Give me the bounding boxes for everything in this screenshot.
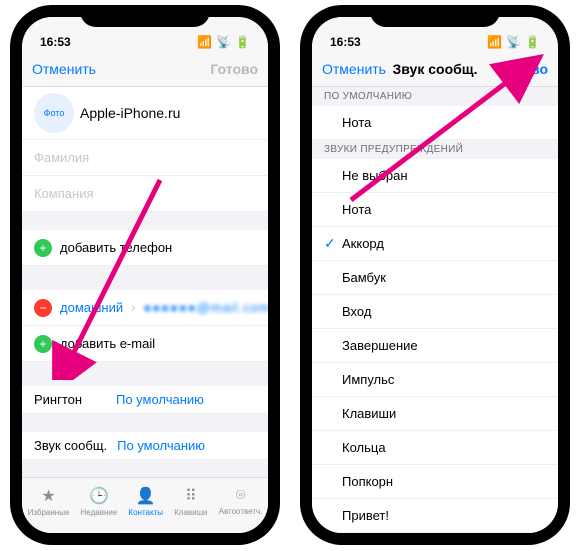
sound-option[interactable]: Привет! bbox=[312, 499, 558, 533]
status-time: 16:53 bbox=[330, 35, 361, 49]
tab-keypad[interactable]: ⠿Клавиши bbox=[174, 486, 207, 517]
battery-icon: 🔋 bbox=[235, 35, 250, 49]
signal-icon: 📶 bbox=[197, 35, 212, 49]
text-tone-row[interactable]: Звук сообщ. По умолчанию bbox=[22, 432, 268, 460]
cancel-button[interactable]: Отменить bbox=[32, 61, 96, 77]
section-alert-sounds: ЗВУКИ ПРЕДУПРЕЖДЕНИЙ bbox=[312, 140, 558, 159]
voicemail-icon: ⌾ bbox=[236, 487, 246, 505]
check-icon: ✓ bbox=[324, 235, 342, 252]
first-name-field[interactable]: Apple-iPhone.ru bbox=[80, 101, 256, 125]
add-email-button[interactable]: + добавить e-mail bbox=[22, 326, 268, 362]
tab-favorites[interactable]: ★Избранные bbox=[28, 486, 70, 517]
sound-option[interactable]: Импульс bbox=[312, 363, 558, 397]
cancel-button[interactable]: Отменить bbox=[322, 61, 386, 77]
sound-option[interactable]: Завершение bbox=[312, 329, 558, 363]
wifi-icon: 📡 bbox=[506, 35, 521, 49]
sound-option[interactable]: Не выбран bbox=[312, 159, 558, 193]
sound-option[interactable]: Клавиши bbox=[312, 397, 558, 431]
sound-option[interactable]: Кольца bbox=[312, 431, 558, 465]
sound-option[interactable]: Нота bbox=[312, 193, 558, 227]
wifi-icon: 📡 bbox=[216, 35, 231, 49]
email-entry[interactable]: − домашний › ●●●●●●@mail.com bbox=[22, 290, 268, 326]
tab-bar: ★Избранные 🕒Недавние 👤Контакты ⠿Клавиши … bbox=[22, 477, 268, 533]
done-button[interactable]: Готово bbox=[484, 61, 548, 77]
status-icons: 📶 📡 🔋 bbox=[197, 35, 250, 49]
sound-option[interactable]: ✓Аккорд bbox=[312, 227, 558, 261]
sound-option[interactable]: Вход bbox=[312, 295, 558, 329]
minus-icon: − bbox=[34, 299, 52, 317]
status-icons: 📶 📡 🔋 bbox=[487, 35, 540, 49]
tab-voicemail[interactable]: ⌾Автоответч. bbox=[219, 487, 263, 516]
status-time: 16:53 bbox=[40, 35, 71, 49]
ringtone-row[interactable]: Рингтон По умолчанию bbox=[22, 386, 268, 414]
phone-frame-left: 16:53 📶 📡 🔋 Отменить Готово Фото Apple-i… bbox=[10, 5, 280, 545]
plus-icon: + bbox=[34, 239, 52, 257]
nav-bar: Отменить Готово bbox=[22, 51, 268, 87]
contact-edit-form: Фото Apple-iPhone.ru Фамилия Компания + … bbox=[22, 87, 268, 533]
company-field[interactable]: Компания bbox=[22, 176, 268, 212]
done-button[interactable]: Готово bbox=[194, 61, 258, 77]
screen-left: 16:53 📶 📡 🔋 Отменить Готово Фото Apple-i… bbox=[22, 17, 268, 533]
sound-option[interactable]: Попкорн bbox=[312, 465, 558, 499]
email-value: ●●●●●●@mail.com bbox=[143, 300, 268, 315]
nav-title: Звук сообщ. bbox=[386, 61, 484, 77]
sound-option[interactable]: Бамбук bbox=[312, 261, 558, 295]
contacts-icon: 👤 bbox=[136, 486, 156, 506]
keypad-icon: ⠿ bbox=[185, 486, 197, 506]
nav-bar: Отменить Звук сообщ. Готово bbox=[312, 51, 558, 87]
contact-header: Фото Apple-iPhone.ru bbox=[22, 87, 268, 140]
screen-right: 16:53 📶 📡 🔋 Отменить Звук сообщ. Готово … bbox=[312, 17, 558, 533]
default-sound-row[interactable]: Нота bbox=[312, 106, 558, 140]
last-name-field[interactable]: Фамилия bbox=[22, 140, 268, 176]
plus-icon: + bbox=[34, 335, 52, 353]
phone-frame-right: 16:53 📶 📡 🔋 Отменить Звук сообщ. Готово … bbox=[300, 5, 570, 545]
add-phone-button[interactable]: + добавить телефон bbox=[22, 230, 268, 266]
tab-contacts[interactable]: 👤Контакты bbox=[128, 486, 163, 517]
notch bbox=[370, 5, 500, 27]
section-default: ПО УМОЛЧАНИЮ bbox=[312, 87, 558, 106]
notch bbox=[80, 5, 210, 27]
star-icon: ★ bbox=[41, 486, 55, 506]
sound-picker: ПО УМОЛЧАНИЮ Нота ЗВУКИ ПРЕДУПРЕЖДЕНИЙ Н… bbox=[312, 87, 558, 533]
battery-icon: 🔋 bbox=[525, 35, 540, 49]
signal-icon: 📶 bbox=[487, 35, 502, 49]
clock-icon: 🕒 bbox=[89, 486, 109, 506]
tab-recents[interactable]: 🕒Недавние bbox=[81, 486, 118, 517]
photo-badge[interactable]: Фото bbox=[34, 93, 74, 133]
